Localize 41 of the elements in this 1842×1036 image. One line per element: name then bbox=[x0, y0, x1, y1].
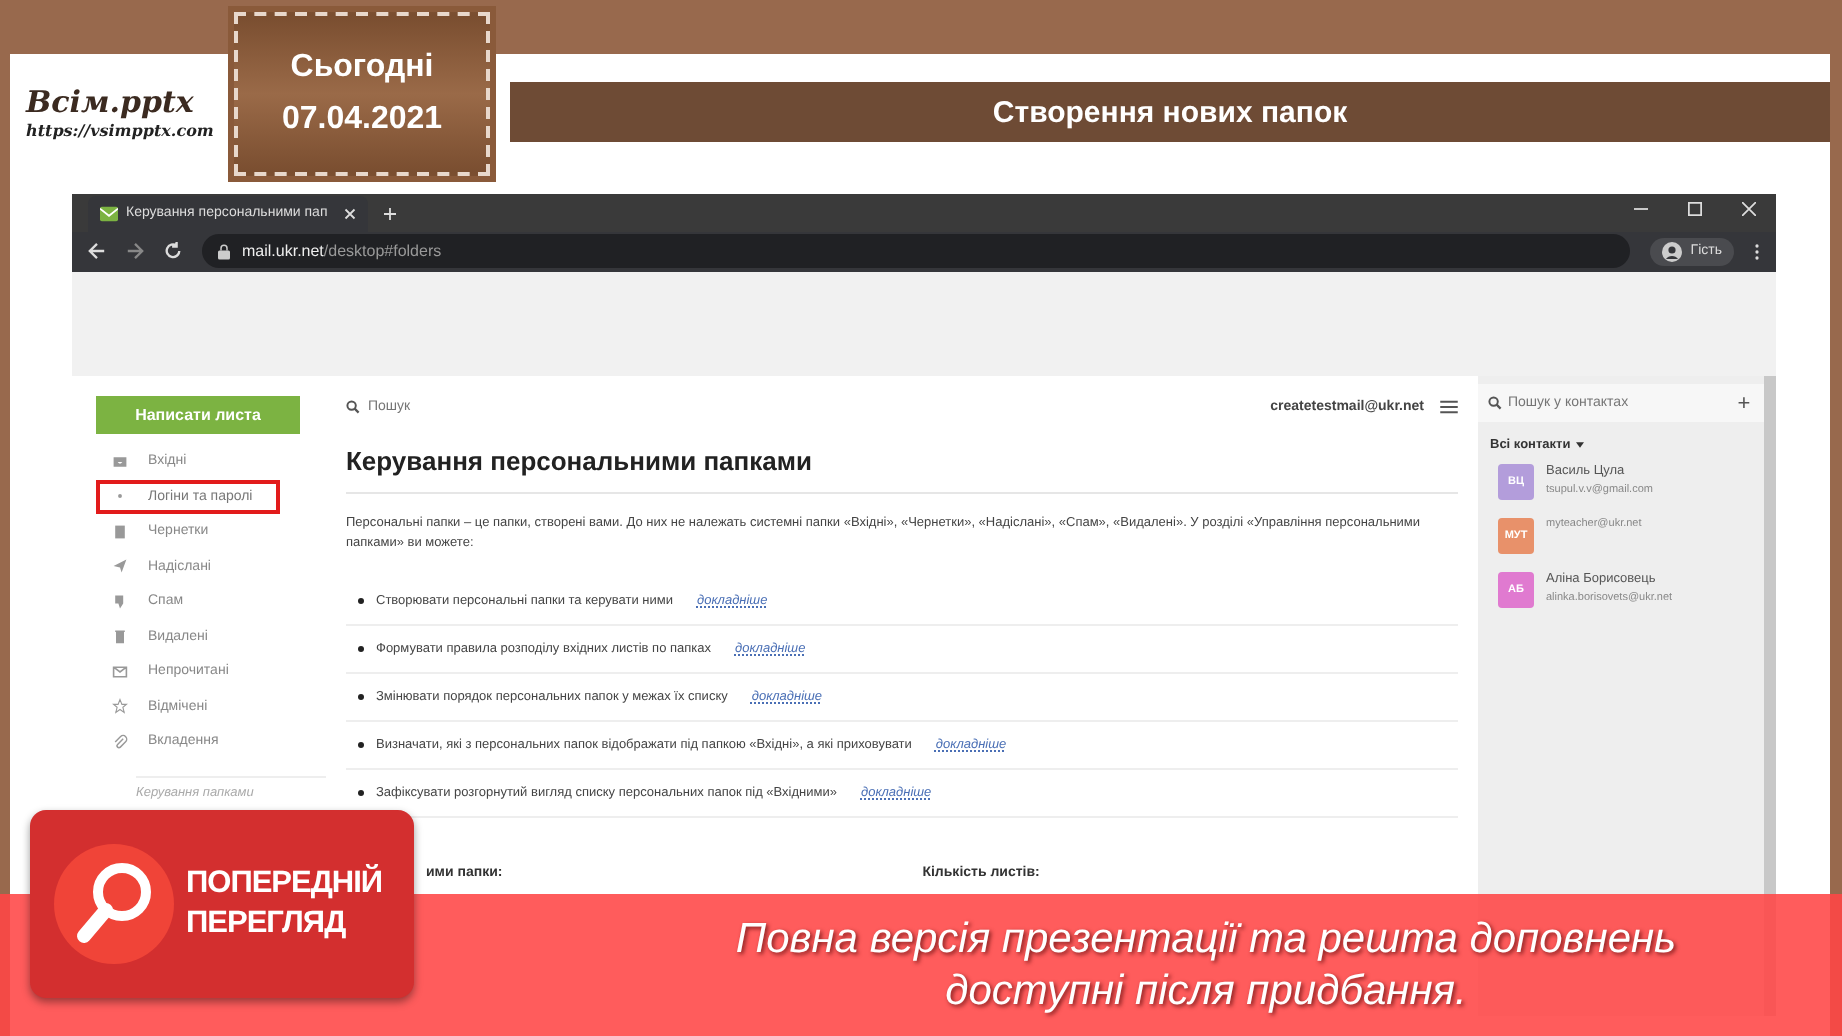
menu-icon[interactable] bbox=[1440, 400, 1458, 414]
lock-icon bbox=[218, 243, 230, 260]
search-icon bbox=[1488, 396, 1502, 410]
date-text: 07.04.2021 bbox=[281, 102, 443, 138]
bullet-icon bbox=[358, 646, 364, 652]
back-icon[interactable] bbox=[88, 242, 106, 261]
menu-icon[interactable] bbox=[1754, 241, 1760, 262]
address-bar[interactable]: mail.ukr.net/desktop#folders bbox=[202, 234, 1631, 269]
new-tab-icon[interactable] bbox=[384, 207, 396, 220]
search-icon bbox=[346, 400, 360, 414]
thumbs-down-icon bbox=[112, 593, 128, 610]
date-label: Сьогодні bbox=[290, 50, 434, 86]
badge-text: ПОПЕРЕДНІЙ bbox=[186, 864, 383, 904]
bullet-icon bbox=[358, 790, 364, 796]
person-icon bbox=[1662, 241, 1683, 262]
tray-icon bbox=[112, 453, 128, 470]
magnifier-icon bbox=[54, 844, 174, 964]
maximize-icon[interactable] bbox=[1688, 201, 1702, 216]
paper-plane-icon bbox=[112, 558, 128, 575]
caret-icon bbox=[1576, 442, 1585, 448]
forward-icon[interactable] bbox=[126, 242, 144, 261]
paperclip-icon bbox=[112, 733, 128, 750]
logo-url: https://vsimpptx.com bbox=[26, 120, 216, 140]
reload-icon[interactable] bbox=[164, 242, 182, 261]
banner-text: доступні після придбання. bbox=[945, 965, 1467, 1017]
badge-text: ПЕРЕГЛЯД bbox=[186, 904, 348, 944]
trash-icon bbox=[112, 628, 128, 645]
close-icon[interactable] bbox=[344, 207, 356, 220]
star-icon bbox=[112, 698, 128, 715]
banner-text: Повна версія презентації та решта доповнень bbox=[735, 913, 1677, 965]
logo-title: Всім.pptx bbox=[26, 84, 194, 120]
bullet-icon bbox=[358, 742, 364, 748]
document-icon bbox=[112, 523, 128, 540]
page-heading: Керування персональними папками bbox=[346, 446, 1458, 494]
close-icon[interactable] bbox=[1742, 201, 1756, 216]
bullet-icon bbox=[358, 598, 364, 604]
slide-title: Створення нових папок bbox=[510, 82, 1830, 142]
envelope-icon bbox=[112, 663, 128, 680]
bullet-icon bbox=[358, 694, 364, 700]
envelope-icon bbox=[100, 205, 118, 222]
add-contact-button[interactable]: + bbox=[1724, 384, 1764, 422]
